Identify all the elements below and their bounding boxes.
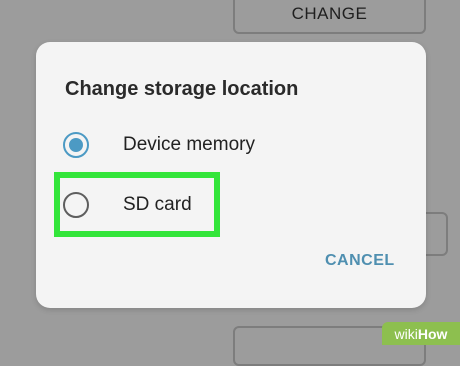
option-sd-card[interactable]: SD card [63, 185, 192, 225]
dialog-title: Change storage location [65, 78, 299, 100]
option-label-device-memory: Device memory [123, 134, 255, 155]
option-device-memory[interactable]: Device memory [63, 125, 255, 165]
watermark-how: How [417, 325, 448, 342]
wikihow-watermark: wiki How [382, 322, 460, 345]
storage-location-dialog: Change storage location Device memory SD… [36, 42, 426, 308]
watermark-wiki: wiki [394, 325, 418, 342]
cancel-button[interactable]: CANCEL [325, 252, 395, 270]
change-button-label: CHANGE [291, 4, 368, 23]
option-label-sd-card: SD card [123, 194, 192, 215]
radio-unchecked-icon[interactable] [63, 192, 89, 218]
radio-checked-icon[interactable] [63, 132, 89, 158]
change-button: CHANGE [233, 0, 426, 34]
